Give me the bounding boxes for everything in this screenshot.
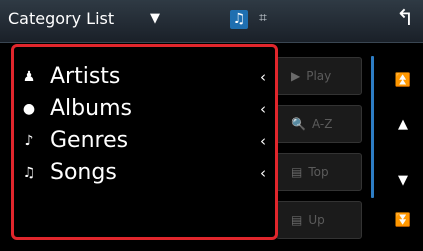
music-note-icon: ♫	[22, 164, 36, 181]
up-label: Up	[308, 213, 325, 227]
a-z-label: A-Z	[311, 117, 333, 131]
play-icon: ▶	[291, 69, 301, 83]
list-item-label: Genres	[50, 128, 129, 153]
up-button[interactable]: ▤ Up	[276, 201, 362, 239]
chevron-left-icon: ‹	[260, 163, 266, 182]
play-label: Play	[306, 69, 332, 83]
video-icon[interactable]: ⌗	[259, 10, 267, 26]
scroll-down-icon[interactable]: ▼	[390, 173, 416, 188]
return-arrow-icon[interactable]: ↰	[396, 6, 414, 31]
list-item-albums[interactable]: ● Albums ‹	[20, 91, 270, 126]
list-item-genres[interactable]: ♪ Genres ‹	[20, 123, 270, 158]
a-z-button[interactable]: 🔍 A-Z	[276, 105, 362, 143]
top-label: Top	[308, 165, 329, 179]
play-button[interactable]: ▶ Play	[276, 57, 362, 95]
category-list: ♟ Artists ‹ ● Albums ‹ ♪ Genres ‹ ♫ Song…	[11, 44, 278, 240]
scroll-up-icon[interactable]: ▲	[390, 117, 416, 132]
page-title: Category List	[8, 9, 115, 28]
chevron-left-icon: ‹	[260, 67, 266, 86]
top-button[interactable]: ▤ Top	[276, 153, 362, 191]
music-note-icon[interactable]: ♫	[230, 10, 248, 29]
list-item-label: Albums	[50, 96, 132, 121]
chevron-left-icon: ‹	[260, 99, 266, 118]
list-item-label: Artists	[50, 64, 121, 89]
header-bar: Category List ▼ ♫ ⌗ ↰	[0, 0, 423, 43]
chevron-left-icon: ‹	[260, 131, 266, 150]
triangle-down-icon[interactable]: ▼	[150, 11, 160, 26]
guitar-icon: ♪	[24, 132, 34, 149]
scrollbar[interactable]	[371, 56, 374, 198]
disc-icon: ●	[22, 100, 36, 117]
scroll-bottom-icon[interactable]: ⏬	[390, 213, 416, 228]
folder-top-icon: ▤	[291, 165, 303, 179]
search-icon: 🔍	[291, 117, 306, 131]
person-icon: ♟	[22, 68, 36, 85]
folder-up-icon: ▤	[291, 213, 303, 227]
list-item-artists[interactable]: ♟ Artists ‹	[20, 59, 270, 94]
list-item-songs[interactable]: ♫ Songs ‹	[20, 155, 270, 190]
scroll-top-icon[interactable]: ⏫	[390, 73, 416, 88]
list-item-label: Songs	[50, 160, 117, 185]
category-list-screen: Category List ▼ ♫ ⌗ ↰ ▶ Play 🔍 A-Z ▤ Top…	[0, 0, 423, 251]
